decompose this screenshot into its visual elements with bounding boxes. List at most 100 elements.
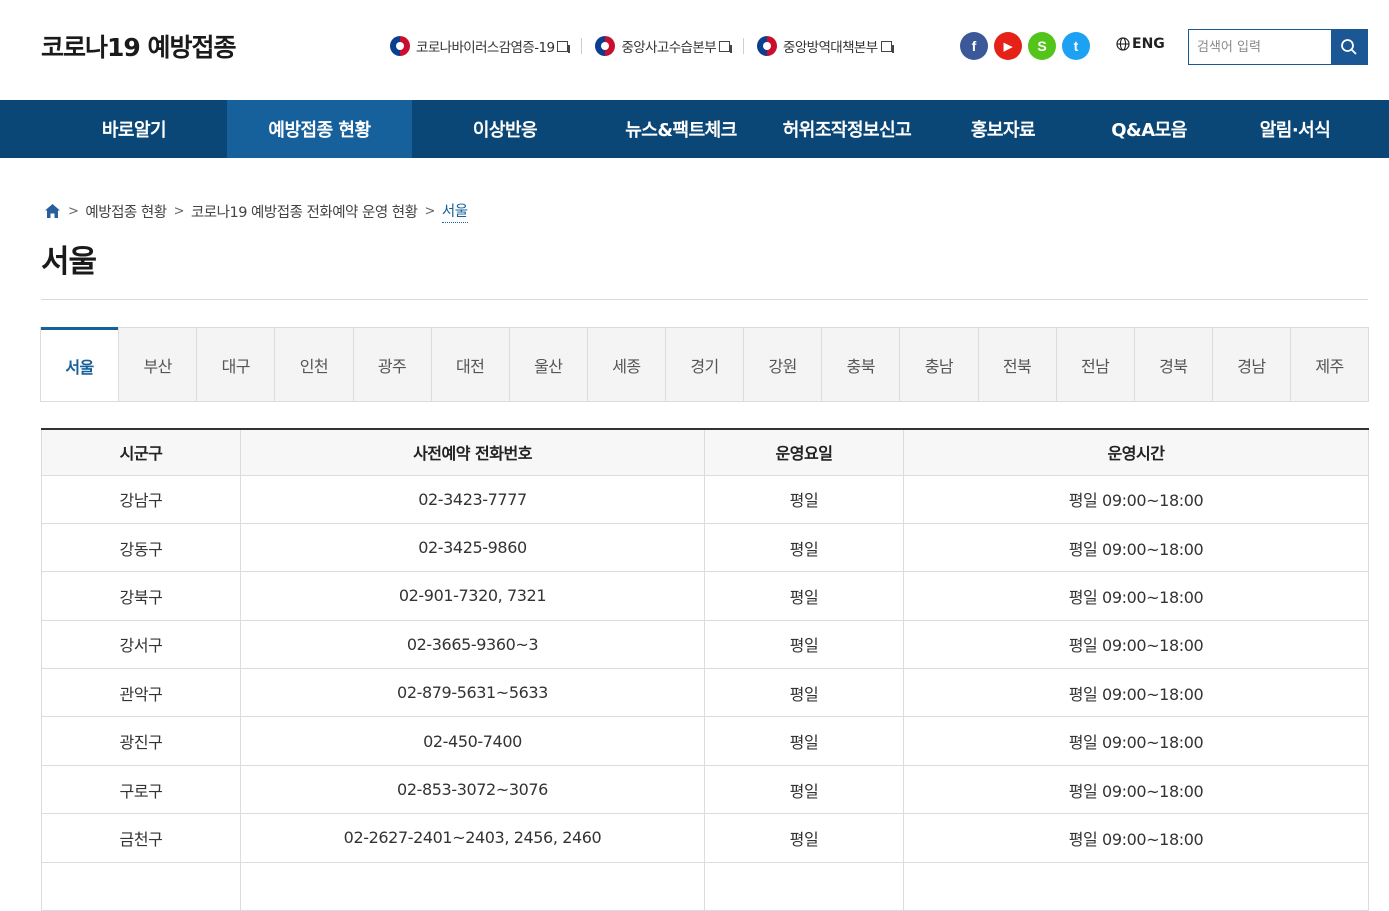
globe-icon: [1116, 37, 1130, 51]
tab-incheon[interactable]: 인천: [274, 328, 352, 401]
cell-phone: 02-3665-9360~3: [240, 619, 705, 670]
tab-daejeon[interactable]: 대전: [430, 328, 509, 401]
cell-hours: 평일 09:00~18:00: [903, 571, 1369, 621]
youtube-icon[interactable]: ▶: [994, 32, 1022, 60]
cell-district: 강남구: [41, 474, 241, 524]
gnb-item-vaccination-status[interactable]: 예방접종 현황: [227, 100, 412, 158]
main-navigation: 바로알기 예방접종 현황 이상반응 뉴스&팩트체크 허위조작정보신고 홍보자료 …: [0, 100, 1389, 158]
gov-emblem-icon: [757, 36, 778, 56]
cell-days: [704, 861, 904, 911]
gov-emblem-icon: [595, 36, 616, 56]
util-link-cdsch[interactable]: 중앙사고수습본부: [595, 33, 733, 59]
sns-links: f ▶ S t: [960, 32, 1090, 60]
util-link-label: 코로나바이러스감염증-19: [416, 40, 555, 56]
util-links: 코로나바이러스감염증-19 중앙사고수습본부 중앙방역대책본부: [390, 33, 894, 59]
tab-chungnam[interactable]: 충남: [899, 328, 977, 401]
divider: [581, 38, 583, 54]
search-icon: [1341, 39, 1357, 55]
cell-days: 평일: [704, 619, 904, 670]
search-box: [1188, 29, 1368, 65]
table-header-row: 시군구 사전예약 전화번호 운영요일 운영시간: [41, 429, 1369, 476]
divider: [743, 38, 745, 54]
kakaostory-icon[interactable]: S: [1028, 32, 1056, 60]
tab-gangwon[interactable]: 강원: [743, 328, 821, 401]
gnb-item-adverse-reactions[interactable]: 이상반응: [412, 100, 598, 158]
new-window-icon: [880, 40, 894, 53]
table-row: 강북구 02-901-7320, 7321 평일 평일 09:00~18:00: [41, 571, 1369, 621]
breadcrumb: > 예방접종 현황 > 코로나19 예방접종 전화예약 운영 현황 > 서울: [44, 200, 468, 223]
cell-phone: [240, 861, 705, 911]
tab-chungbuk[interactable]: 충북: [821, 328, 899, 401]
cell-district: 광진구: [41, 716, 241, 766]
cell-days: 평일: [704, 522, 904, 573]
tab-gyeonggi[interactable]: 경기: [665, 328, 743, 401]
table-row: 관악구 02-879-5631~5633 평일 평일 09:00~18:00: [41, 668, 1369, 718]
twitter-icon[interactable]: t: [1062, 32, 1090, 60]
region-tabs: 서울 부산 대구 인천 광주 대전 울산 세종 경기 강원 충북 충남 전북 전…: [40, 327, 1369, 402]
util-link-cdsc[interactable]: 중앙방역대책본부: [757, 33, 894, 59]
tab-gyeongbuk[interactable]: 경북: [1133, 328, 1212, 401]
cell-hours: 평일 09:00~18:00: [903, 522, 1369, 573]
reservation-table: 시군구 사전예약 전화번호 운영요일 운영시간 강남구 02-3423-7777…: [41, 428, 1369, 911]
table-row: 강동구 02-3425-9860 평일 평일 09:00~18:00: [41, 522, 1369, 573]
cell-district: 강서구: [41, 619, 241, 670]
table-row: 강서구 02-3665-9360~3 평일 평일 09:00~18:00: [41, 619, 1369, 670]
gnb-item-notices-forms[interactable]: 알림·서식: [1222, 100, 1368, 158]
cell-days: 평일: [704, 668, 904, 718]
reservation-table-wrapper: 시군구 사전예약 전화번호 운영요일 운영시간 강남구 02-3423-7777…: [41, 428, 1369, 911]
site-logo[interactable]: 코로나19 예방접종: [41, 28, 236, 64]
cell-days: 평일: [704, 716, 904, 766]
tab-jeonbuk[interactable]: 전북: [977, 328, 1056, 401]
eng-label: ENG: [1132, 36, 1165, 52]
gnb-item-promotion[interactable]: 홍보자료: [930, 100, 1076, 158]
table-row: 광진구 02-450-7400 평일 평일 09:00~18:00: [41, 716, 1369, 766]
cell-days: 평일: [704, 571, 904, 621]
tab-daegu[interactable]: 대구: [196, 328, 274, 401]
util-link-label: 중앙방역대책본부: [783, 40, 878, 56]
cell-days: 평일: [704, 764, 904, 815]
new-window-icon: [719, 40, 733, 53]
cell-district: 강동구: [41, 522, 241, 573]
column-header-phone: 사전예약 전화번호: [240, 429, 705, 476]
tab-seoul[interactable]: 서울: [41, 327, 119, 401]
cell-district: [41, 861, 241, 911]
table-row: 강남구 02-3423-7777 평일 평일 09:00~18:00: [41, 474, 1369, 524]
tab-jeju[interactable]: 제주: [1290, 328, 1368, 401]
table-row: 구로구 02-853-3072~3076 평일 평일 09:00~18:00: [41, 764, 1369, 815]
breadcrumb-current[interactable]: 서울: [441, 200, 468, 223]
cell-phone: 02-879-5631~5633: [240, 668, 705, 718]
cell-phone: 02-853-3072~3076: [240, 764, 705, 815]
gnb-item-misinformation-report[interactable]: 허위조작정보신고: [764, 100, 930, 158]
cell-hours: 평일 09:00~18:00: [903, 668, 1369, 718]
tab-gwangju[interactable]: 광주: [352, 328, 431, 401]
home-icon[interactable]: [44, 203, 61, 219]
cell-phone: 02-2627-2401~2403, 2456, 2460: [240, 813, 705, 863]
tab-jeonnam[interactable]: 전남: [1055, 328, 1134, 401]
page-title: 서울: [41, 244, 97, 280]
column-header-days: 운영요일: [704, 429, 904, 476]
gov-emblem-icon: [390, 36, 410, 56]
tab-gyeongnam[interactable]: 경남: [1211, 328, 1290, 401]
cell-district: 구로구: [41, 764, 241, 815]
cell-phone: 02-3423-7777: [240, 474, 705, 524]
tab-sejong[interactable]: 세종: [586, 328, 665, 401]
table-row: 금천구 02-2627-2401~2403, 2456, 2460 평일 평일 …: [41, 813, 1369, 863]
tab-busan[interactable]: 부산: [118, 328, 196, 401]
language-english-link[interactable]: ENG: [1116, 36, 1165, 52]
breadcrumb-chevron-icon: >: [173, 203, 185, 219]
cell-hours: 평일 09:00~18:00: [903, 474, 1369, 524]
column-header-district: 시군구: [41, 429, 241, 476]
gnb-item-qna[interactable]: Q&A모음: [1076, 100, 1222, 158]
cell-phone: 02-901-7320, 7321: [240, 571, 705, 621]
cell-hours: 평일 09:00~18:00: [903, 813, 1369, 863]
facebook-icon[interactable]: f: [960, 32, 988, 60]
cell-days: 평일: [704, 474, 904, 524]
breadcrumb-item[interactable]: 예방접종 현황: [85, 201, 167, 222]
search-button[interactable]: [1331, 30, 1367, 64]
breadcrumb-item[interactable]: 코로나19 예방접종 전화예약 운영 현황: [191, 201, 418, 222]
gnb-item-basics[interactable]: 바로알기: [41, 100, 227, 158]
gnb-item-news-factcheck[interactable]: 뉴스&팩트체크: [598, 100, 764, 158]
tab-ulsan[interactable]: 울산: [508, 328, 587, 401]
search-input[interactable]: [1189, 30, 1331, 64]
util-link-covid19[interactable]: 코로나바이러스감염증-19: [390, 33, 571, 59]
